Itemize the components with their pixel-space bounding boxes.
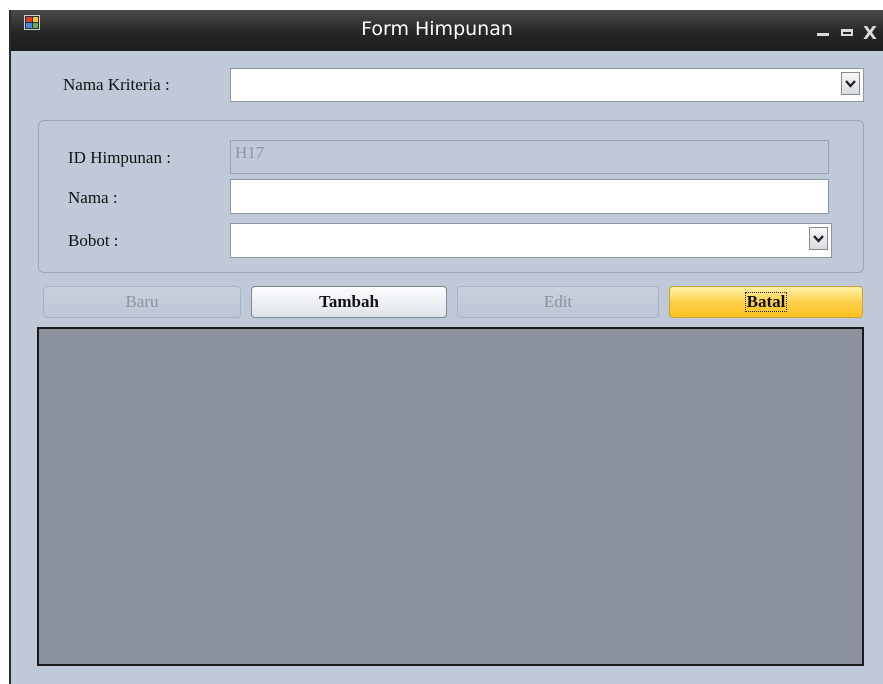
tambah-button[interactable]: Tambah xyxy=(251,286,447,318)
data-grid[interactable] xyxy=(37,327,864,666)
chevron-down-icon[interactable] xyxy=(841,72,860,95)
close-icon[interactable]: X xyxy=(863,23,877,44)
maximize-icon[interactable] xyxy=(841,29,853,36)
edit-button[interactable]: Edit xyxy=(457,286,659,318)
bobot-select[interactable] xyxy=(230,223,832,258)
title-bar[interactable]: Form Himpunan X xyxy=(11,10,883,51)
chevron-down-icon[interactable] xyxy=(809,227,828,250)
batal-button-label: Batal xyxy=(744,292,788,312)
form-window: Form Himpunan X Nama Kriteria : ID Himpu… xyxy=(9,10,883,684)
batal-button[interactable]: Batal xyxy=(669,286,863,318)
nama-label: Nama : xyxy=(68,188,118,207)
bobot-label: Bobot : xyxy=(68,231,119,250)
window-title: Form Himpunan xyxy=(361,18,513,40)
nama-kriteria-label: Nama Kriteria : xyxy=(63,75,170,94)
nama-field[interactable] xyxy=(230,179,829,214)
id-himpunan-field: H17 xyxy=(230,140,829,174)
nama-kriteria-select[interactable] xyxy=(230,68,864,102)
minimize-icon[interactable] xyxy=(817,33,829,36)
baru-button[interactable]: Baru xyxy=(43,286,241,318)
id-himpunan-label: ID Himpunan : xyxy=(68,148,171,167)
